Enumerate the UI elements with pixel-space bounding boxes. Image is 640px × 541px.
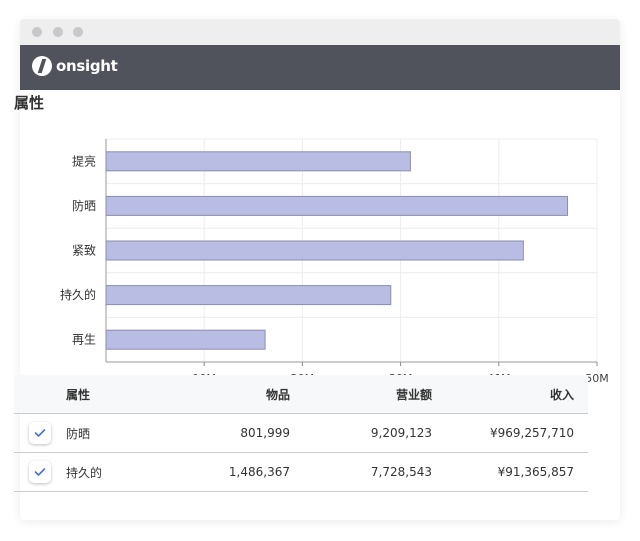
header-income[interactable]: 收入 — [432, 386, 574, 403]
cell-revenue: 9,209,123 — [370, 426, 432, 440]
header-revenue[interactable]: 营业额 — [290, 386, 432, 403]
header-attribute[interactable]: 属性 — [66, 386, 176, 403]
y-category-label: 防晒 — [72, 198, 96, 213]
cell-income: ¥969,257,710 — [490, 426, 574, 440]
y-category-label: 再生 — [72, 333, 96, 347]
header-items[interactable]: 物品 — [176, 386, 290, 403]
bar — [105, 329, 266, 350]
cell-items: 1,486,367 — [228, 465, 290, 479]
row-check-cell — [14, 461, 66, 483]
table-row[interactable]: 持久的 1,486,367 7,728,543 ¥91,365,857 — [14, 453, 588, 492]
bar — [105, 195, 569, 216]
attribute-bar-chart: 10M20M30M40M50M提亮防晒紧致持久的再生 — [60, 138, 609, 385]
check-icon — [34, 429, 46, 437]
cell-items: 801,999 — [240, 426, 290, 440]
y-category-label: 紧致 — [72, 244, 96, 258]
y-category-label: 持久的 — [60, 287, 96, 302]
table-header: 属性 物品 营业额 收入 — [14, 375, 588, 414]
x-tick-label: 50M — [585, 372, 609, 385]
cell-attribute: 防晒 — [66, 426, 91, 441]
y-category-label: 提亮 — [72, 153, 96, 168]
check-icon — [34, 468, 46, 476]
bar — [105, 285, 392, 306]
table-row[interactable]: 防晒 801,999 9,209,123 ¥969,257,710 — [14, 414, 588, 453]
attribute-table: 属性 物品 营业额 收入 防晒 801,999 9,209,123 ¥969,2… — [14, 375, 588, 492]
row-checkbox[interactable] — [29, 461, 51, 483]
row-checkbox[interactable] — [29, 422, 51, 444]
cell-income: ¥91,365,857 — [497, 465, 574, 479]
row-check-cell — [14, 422, 66, 444]
cell-revenue: 7,728,543 — [370, 465, 432, 479]
bar — [105, 151, 411, 172]
bar — [105, 240, 524, 261]
cell-attribute: 持久的 — [66, 465, 103, 480]
